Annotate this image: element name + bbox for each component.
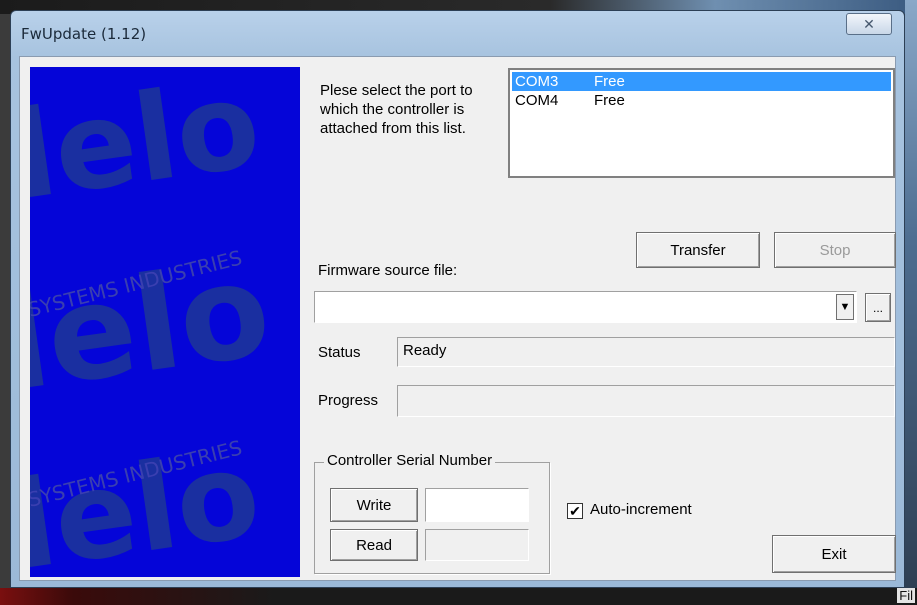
dialog-client-area: lelo lelo lelo SYSTEMS INDUSTRIES SYSTEM… <box>19 56 896 581</box>
window-title: FwUpdate (1.12) <box>21 25 147 43</box>
close-icon: ✕ <box>863 15 875 32</box>
port-item-com3[interactable]: COM3 Free <box>512 72 891 91</box>
serial-number-group-title: Controller Serial Number <box>324 452 496 469</box>
port-name: COM3 <box>515 73 559 90</box>
write-button[interactable]: Write <box>330 488 418 522</box>
port-name: COM4 <box>515 92 559 109</box>
firmware-label: Firmware source file: <box>318 262 458 279</box>
transfer-button[interactable]: Transfer <box>636 232 760 268</box>
auto-increment-label: Auto-increment <box>590 501 692 518</box>
close-button[interactable]: ✕ <box>846 13 892 35</box>
serial-number-input[interactable] <box>425 488 529 522</box>
background-window-text: Fil <box>897 588 915 603</box>
port-state: Free <box>594 92 625 109</box>
port-listbox[interactable]: COM3 Free COM4 Free <box>508 68 895 178</box>
fwupdate-window: FwUpdate (1.12) ✕ lelo lelo lelo SYSTEMS… <box>10 10 905 588</box>
brand-banner: lelo lelo lelo SYSTEMS INDUSTRIES SYSTEM… <box>30 67 300 577</box>
desktop-background-right <box>905 0 917 605</box>
taskbar-strip <box>0 588 917 605</box>
chevron-down-icon: ▼ <box>839 301 851 313</box>
stop-button[interactable]: Stop <box>774 232 896 268</box>
port-instruction-text: Plese select the port to which the contr… <box>320 82 473 137</box>
progress-bar <box>397 385 895 417</box>
port-item-com4[interactable]: COM4 Free <box>512 91 891 110</box>
port-state: Free <box>594 73 625 90</box>
status-field: Ready <box>397 337 895 367</box>
exit-button[interactable]: Exit <box>772 535 896 573</box>
logo-pattern-image: lelo lelo lelo SYSTEMS INDUSTRIES SYSTEM… <box>30 67 300 577</box>
firmware-dropdown-button[interactable]: ▼ <box>836 294 854 320</box>
progress-label: Progress <box>318 392 379 409</box>
read-button[interactable]: Read <box>330 529 418 561</box>
auto-increment-checkbox[interactable]: ✔ <box>567 503 583 519</box>
status-label: Status <box>318 344 361 361</box>
firmware-source-combobox[interactable] <box>314 291 857 323</box>
checkmark-icon: ✔ <box>569 503 581 519</box>
serial-number-readout <box>425 529 529 561</box>
browse-button[interactable]: ... <box>865 293 891 322</box>
